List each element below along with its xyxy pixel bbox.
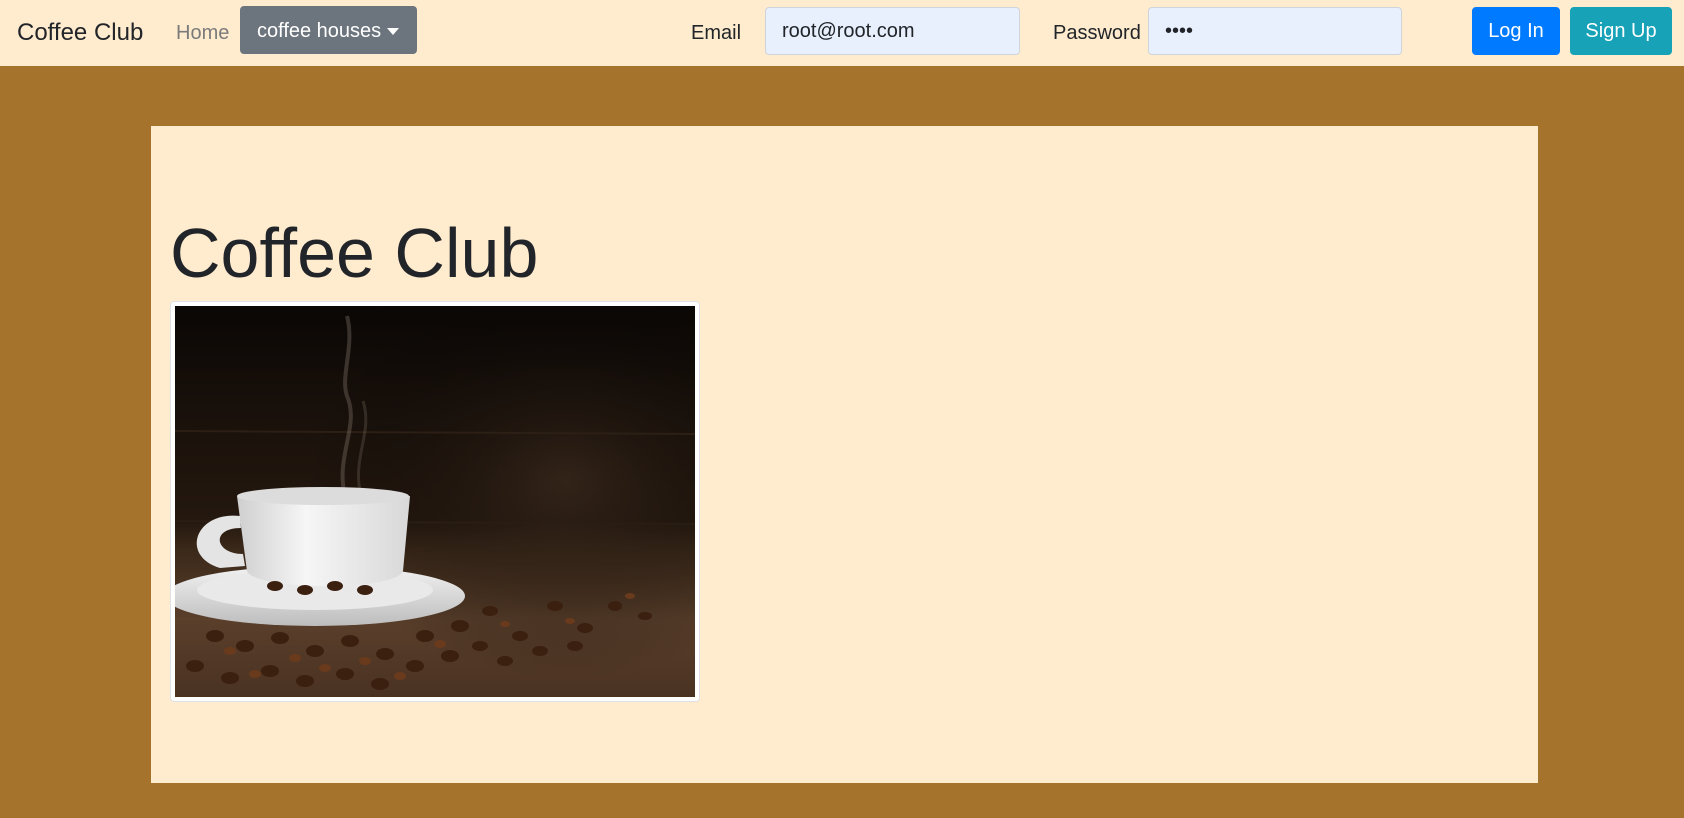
coffee-cup-photo <box>175 306 695 697</box>
navbar: Coffee Club Home coffee houses Email Pas… <box>0 0 1684 66</box>
jumbotron: Coffee Club <box>151 126 1538 783</box>
coffee-houses-dropdown-button[interactable]: coffee houses <box>240 6 417 54</box>
email-field[interactable] <box>765 7 1020 55</box>
signup-button[interactable]: Sign Up <box>1570 7 1672 55</box>
password-label: Password <box>1053 22 1141 44</box>
page-title: Coffee Club <box>170 214 539 292</box>
email-label: Email <box>691 22 742 44</box>
caret-down-icon <box>387 28 399 35</box>
nav-link-home[interactable]: Home <box>176 20 229 46</box>
coffee-image-thumbnail <box>170 301 700 702</box>
login-button[interactable]: Log In <box>1472 7 1560 55</box>
dropdown-label: coffee houses <box>257 20 382 42</box>
navbar-brand[interactable]: Coffee Club <box>17 17 143 49</box>
password-field[interactable] <box>1148 7 1402 55</box>
coffee-cup-illustration <box>175 306 695 697</box>
